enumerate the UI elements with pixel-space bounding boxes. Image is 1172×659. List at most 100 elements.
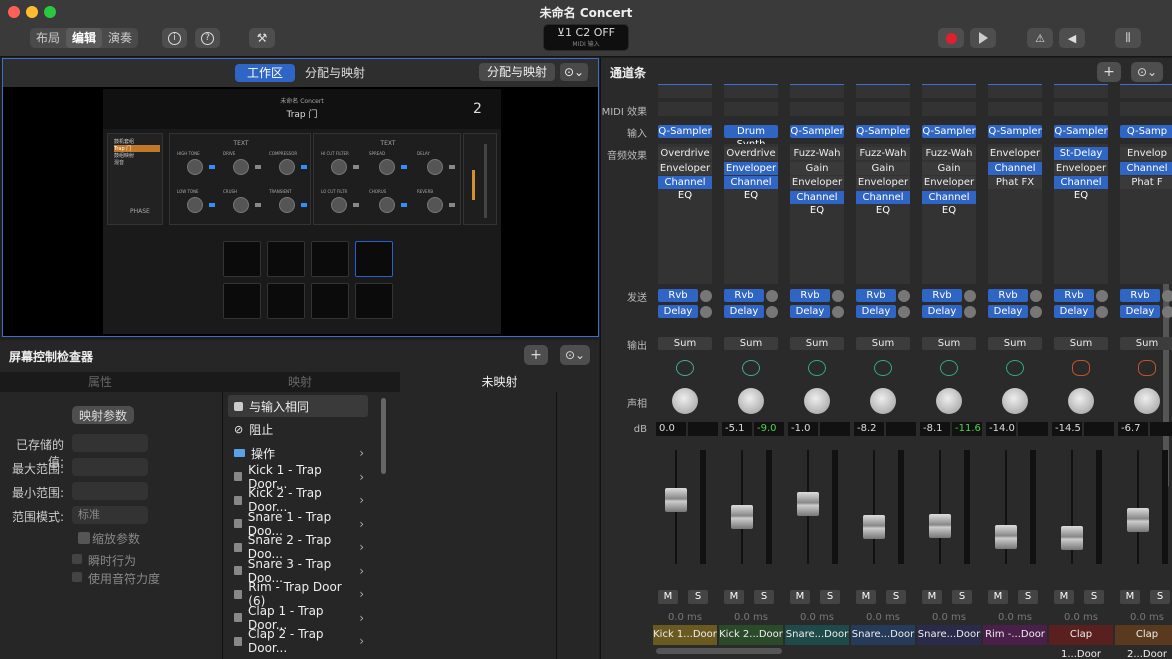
eq-thumbnail[interactable] — [724, 84, 778, 98]
instrument-slot[interactable]: Q-Sampler — [1054, 125, 1108, 138]
audio-fx-slot[interactable]: Fuzz-Wah — [922, 147, 976, 160]
mini-knob[interactable] — [331, 197, 347, 213]
audio-fx-slot[interactable]: Channel — [1120, 161, 1172, 175]
send-slot[interactable]: Delay — [790, 305, 830, 318]
scale-params-checkbox[interactable] — [78, 532, 90, 544]
pan-knob[interactable] — [1134, 388, 1160, 414]
send-slot[interactable]: Delay — [988, 305, 1028, 318]
audio-fx-slot[interactable]: Channel EQ — [1054, 176, 1108, 201]
mixer-button[interactable]: ⫼ — [1115, 28, 1141, 48]
eq-thumbnail[interactable] — [856, 84, 910, 98]
volume-db-readout[interactable]: -8.1 — [920, 422, 950, 436]
drum-pad[interactable] — [223, 241, 261, 277]
range-mode-select[interactable]: 标准 — [72, 506, 148, 524]
volume-db-readout[interactable]: -8.2 — [854, 422, 884, 436]
drum-pad[interactable] — [311, 283, 349, 319]
audio-fx-slot[interactable]: Overdrive — [658, 147, 712, 160]
instrument-slot[interactable]: Q-Sampler — [790, 125, 844, 138]
channel-name[interactable]: Kick 1...Door — [653, 625, 717, 645]
audio-fx-slot[interactable]: Channel EQ — [790, 190, 844, 216]
volume-db-readout[interactable]: -14.5 — [1052, 422, 1082, 436]
midi-fx-slot[interactable] — [922, 102, 976, 116]
send-level-knob[interactable] — [1162, 306, 1172, 318]
send-slot[interactable]: Rvb — [790, 289, 830, 302]
mini-knob[interactable] — [379, 159, 395, 175]
mute-button[interactable]: M — [988, 590, 1008, 604]
audio-fx-slot[interactable]: Channel EQ — [724, 176, 778, 201]
solo-button[interactable]: S — [1150, 590, 1170, 604]
eq-thumbnail[interactable] — [922, 84, 976, 98]
output-slot[interactable]: Sum — [790, 337, 844, 350]
midi-fx-slot[interactable] — [658, 102, 712, 116]
audio-fx-slot[interactable]: Channel EQ — [988, 161, 1042, 187]
audio-fx-slot[interactable]: Gain — [922, 161, 976, 175]
midi-fx-slot[interactable] — [988, 102, 1042, 116]
volume-db-readout[interactable]: -5.1 — [722, 422, 752, 436]
send-slot[interactable]: Delay — [1120, 305, 1160, 318]
midi-fx-slot[interactable] — [856, 102, 910, 116]
mini-knob[interactable] — [427, 197, 443, 213]
output-slot[interactable]: Sum — [988, 337, 1042, 350]
audio-fx-slot[interactable]: Enveloper — [856, 176, 910, 189]
instrument-slot[interactable]: Q-Samp — [1120, 125, 1172, 138]
volume-db-readout[interactable]: -6.7 — [1118, 422, 1148, 436]
channel-name[interactable]: Snare...Door — [917, 625, 981, 645]
lcd-display[interactable]: ⊻1 C2 OFF MIDI 输入 — [543, 24, 629, 51]
eq-thumbnail[interactable] — [658, 84, 712, 98]
volume-fader[interactable] — [788, 450, 846, 566]
send-level-knob[interactable] — [1030, 306, 1042, 318]
send-slot[interactable]: Rvb — [856, 289, 896, 302]
pan-knob[interactable] — [936, 388, 962, 414]
send-level-knob[interactable] — [766, 306, 778, 318]
volume-fader[interactable] — [854, 450, 912, 566]
map-list-item[interactable]: 操作 › — [228, 442, 368, 464]
channel-name[interactable]: Clap 2...Door — [1115, 625, 1172, 659]
pan-knob[interactable] — [738, 388, 764, 414]
fader-cap[interactable] — [797, 492, 819, 516]
drum-pad[interactable] — [355, 241, 393, 277]
audio-fx-slot[interactable]: Enveloper — [658, 161, 712, 175]
volume-db-readout[interactable]: -1.0 — [788, 422, 818, 436]
mini-patch-item[interactable]: Trap 门 — [114, 145, 160, 152]
inspector-add-button[interactable]: + — [524, 345, 548, 365]
instrument-slot[interactable]: Q-Sampler — [922, 125, 976, 138]
pan-knob[interactable] — [804, 388, 830, 414]
volume-db-readout[interactable]: -14.0 — [986, 422, 1016, 436]
eq-thumbnail[interactable] — [988, 84, 1042, 98]
audio-fx-slot[interactable]: Phat FX — [988, 176, 1042, 189]
speaker-button[interactable]: ◀ — [1059, 28, 1085, 48]
mini-knob[interactable] — [233, 159, 249, 175]
play-button[interactable] — [970, 28, 996, 48]
send-slot[interactable]: Rvb — [922, 289, 962, 302]
audio-fx-slot[interactable]: Enveloper — [1054, 161, 1108, 175]
send-level-knob[interactable] — [1030, 290, 1042, 302]
mini-patch-item[interactable]: 鼓组映射 — [114, 152, 160, 159]
tab-mapping[interactable]: 映射 — [200, 372, 400, 392]
map-list-item[interactable]: Snare 3 - Trap Doo... › — [228, 557, 368, 585]
output-slot[interactable]: Sum — [724, 337, 778, 350]
send-level-knob[interactable] — [1096, 306, 1108, 318]
solo-button[interactable]: S — [1084, 590, 1104, 604]
instrument-slot[interactable]: Q-Sampler — [988, 125, 1042, 138]
map-list-item[interactable]: Kick 2 - Trap Door... › — [228, 486, 368, 514]
send-slot[interactable]: Rvb — [724, 289, 764, 302]
eq-thumbnail[interactable] — [1120, 84, 1172, 98]
audio-fx-slot[interactable]: Channel EQ — [856, 190, 910, 216]
audio-fx-slot[interactable]: Gain — [790, 161, 844, 175]
output-slot[interactable]: Sum — [1120, 337, 1172, 350]
send-level-knob[interactable] — [898, 290, 910, 302]
audio-fx-slot[interactable]: Enveloper — [922, 176, 976, 189]
mode-edit-tab[interactable]: 编辑 — [66, 28, 103, 48]
send-level-knob[interactable] — [964, 290, 976, 302]
mute-button[interactable]: M — [658, 590, 678, 604]
instrument-slot[interactable]: Q-Sampler — [856, 125, 910, 138]
mini-knob[interactable] — [279, 159, 295, 175]
send-level-knob[interactable] — [766, 290, 778, 302]
strips-add-button[interactable]: + — [1097, 62, 1121, 82]
saved-value-field[interactable] — [72, 434, 148, 452]
drum-pad[interactable] — [355, 283, 393, 319]
eq-thumbnail[interactable] — [790, 84, 844, 98]
mini-knob[interactable] — [233, 197, 249, 213]
channel-name[interactable]: Kick 2...Door — [719, 625, 783, 645]
mute-button[interactable]: M — [922, 590, 942, 604]
